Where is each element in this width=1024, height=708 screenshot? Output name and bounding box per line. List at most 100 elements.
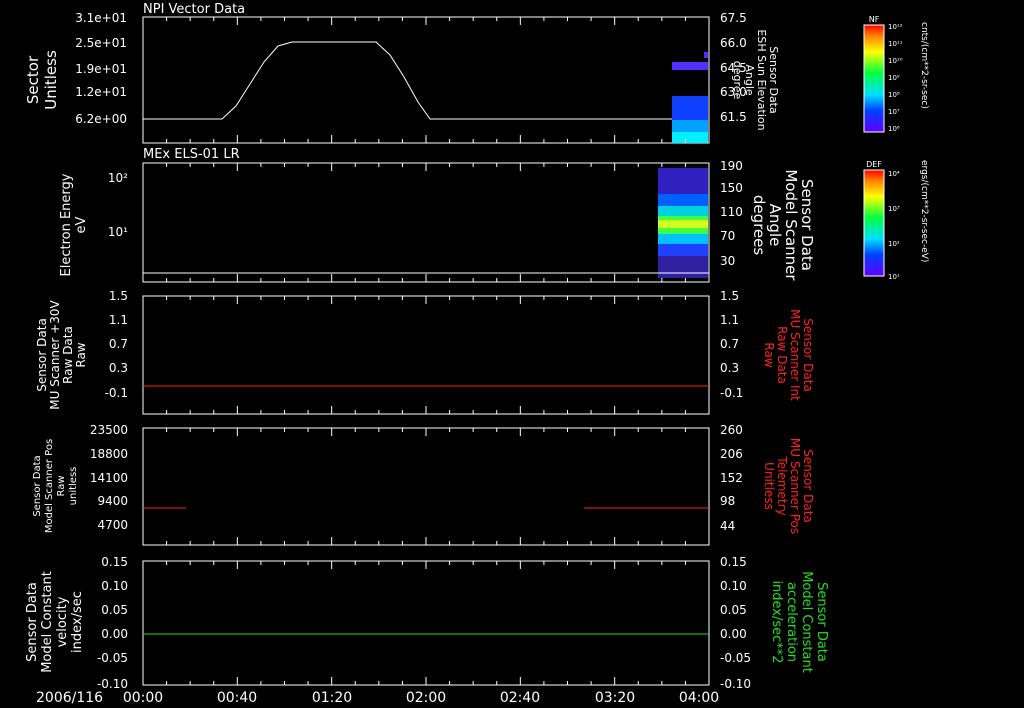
- panel-mu30v-frame: [142, 295, 710, 415]
- panel-els-frame: [142, 162, 710, 283]
- colorbar-def-tick: 10³: [888, 205, 900, 213]
- scanpos-y2tick: 260: [720, 423, 743, 437]
- panel-scanpos-frame: [142, 427, 710, 546]
- scanpos-y2label-line2: MU Scanner Pos: [788, 438, 802, 534]
- mu30v-y2tick: 0.7: [720, 337, 739, 351]
- els-y2tick: 150: [720, 181, 743, 195]
- els-y2tick: 30: [720, 254, 735, 268]
- npi-ytick: 1.9e+01: [75, 62, 127, 76]
- npi-ytick: 2.5e+01: [75, 36, 127, 50]
- panel-velocity-frame: [142, 560, 710, 686]
- colorbar-nf-tick: 10⁷: [888, 108, 900, 116]
- scanpos-ylabel-line1: Sensor Data: [32, 455, 43, 516]
- plot-canvas: NPI Vector Data 3.1e+01 2.5e+01 1.9e+01 …: [24, 2, 929, 706]
- mu30v-y2tick: 0.3: [720, 361, 739, 375]
- npi-ylabel-line2: Unitless: [42, 50, 60, 110]
- mu30v-ytick: 0.7: [109, 337, 128, 351]
- mu30v-ytick: -0.1: [105, 386, 128, 400]
- colorbar-def-gradient: [863, 169, 885, 277]
- velocity-ytick: -0.05: [97, 651, 128, 665]
- time-tick: 04:00: [679, 690, 719, 706]
- panel-npi: NPI Vector Data 3.1e+01 2.5e+01 1.9e+01 …: [24, 2, 780, 144]
- colorbar-nf: NF 10¹² 10¹¹ 10¹⁰ 10⁹ 10⁸ 10⁷ 10⁶ cnts/(…: [863, 15, 929, 133]
- colorbar-def-tick: 10⁴: [888, 170, 900, 178]
- scanpos-ytick: 9400: [97, 494, 128, 508]
- mu30v-y2tick: 1.5: [720, 289, 739, 303]
- npi-series-line: [143, 41, 672, 120]
- velocity-ytick: 0.10: [101, 579, 128, 593]
- colorbar-def-tick: 10²: [888, 240, 900, 248]
- els-y2label-line4: degrees: [750, 195, 768, 256]
- scanpos-y2label-line4: Unitless: [762, 462, 776, 510]
- time-tick: 00:00: [123, 690, 163, 706]
- velocity-y2tick: -0.10: [720, 677, 751, 691]
- mu30v-y2label-line3: Raw Data: [775, 326, 789, 384]
- scanpos-y2tick: 98: [720, 494, 735, 508]
- scanpos-ylabel-line4: unitless: [68, 467, 79, 506]
- velocity-ylabel-line1: Sensor Data: [25, 582, 40, 662]
- velocity-y2tick: 0.10: [720, 579, 747, 593]
- scanpos-y2tick: 44: [720, 519, 735, 533]
- velocity-y2label-line3: acceleration: [784, 582, 799, 662]
- time-tick: 01:20: [312, 690, 352, 706]
- colorbar-nf-tick: 10¹¹: [888, 40, 903, 48]
- mu30v-ytick: 1.5: [109, 289, 128, 303]
- els-y2tick: 70: [720, 229, 735, 243]
- panel-els: MEx ELS-01 LR 10² 10¹ 190 150 110 70 30 …: [59, 147, 816, 283]
- panel-scanpos: 23500 18800 14100 9400 4700 260 206 152 …: [32, 423, 815, 546]
- time-tick: 02:00: [406, 690, 446, 706]
- els-y2tick: 190: [720, 159, 743, 173]
- mu30v-y2tick: -0.1: [720, 386, 743, 400]
- velocity-ylabel-line4: index/sec: [70, 591, 85, 653]
- panel-npi-title: NPI Vector Data: [143, 2, 245, 17]
- scanpos-y2label-line1: Sensor Data: [801, 449, 815, 523]
- panel-els-title: MEx ELS-01 LR: [143, 147, 240, 162]
- mu30v-ylabel-line1: Sensor Data: [35, 318, 49, 392]
- colorbar-def-units: ergs/(cm**2-sr-sec-eV): [919, 160, 929, 262]
- mu30v-ylabel-line3: Raw Data: [61, 326, 75, 384]
- els-ylabel-line2: eV: [74, 216, 89, 233]
- colorbar-nf-tick: 10⁸: [888, 91, 900, 99]
- els-spectrogram-block: [658, 168, 708, 278]
- velocity-y2label-line4: index/sec**2: [769, 580, 784, 663]
- colorbar-nf-gradient: [863, 24, 885, 133]
- time-axis: 2006/116 00:00 00:40 01:20 02:00 02:40 0…: [36, 690, 719, 706]
- panel-npi-yticks: 3.1e+01 2.5e+01 1.9e+01 1.2e+01 6.2e+00: [75, 11, 127, 126]
- velocity-y2label-line1: Sensor Data: [814, 582, 829, 662]
- npi-y2label-line4: degree: [731, 61, 744, 100]
- npi-ytick: 6.2e+00: [75, 112, 127, 126]
- colorbar-def-label: DEF: [866, 160, 882, 169]
- els-ylabel-line1: Electron Energy: [59, 173, 74, 276]
- scanpos-y2tick: 152: [720, 471, 743, 485]
- mu30v-ytick: 0.3: [109, 361, 128, 375]
- scanpos-ytick: 18800: [90, 447, 128, 461]
- panel-npi-frame: [142, 16, 710, 144]
- npi-y2tick: 61.5: [720, 110, 747, 124]
- npi-y2tick: 66.0: [720, 36, 747, 50]
- date-label: 2006/116: [36, 690, 103, 706]
- mu30v-y2label-line1: Sensor Data: [801, 318, 815, 392]
- velocity-ytick: -0.10: [97, 677, 128, 691]
- scanpos-y2tick: 206: [720, 447, 743, 461]
- colorbar-nf-tick: 10⁶: [888, 125, 900, 133]
- npi-ylabel-line1: Sector: [24, 55, 42, 104]
- scanpos-ytick: 14100: [90, 471, 128, 485]
- mu30v-ylabel-line4: Raw: [74, 342, 88, 367]
- scanpos-ytick: 4700: [97, 518, 128, 532]
- panel-velocity: 0.15 0.10 0.05 0.00 -0.05 -0.10 0.15 0.1…: [25, 555, 829, 691]
- mu30v-y2label-line2: MU Scanner Int: [788, 309, 802, 401]
- velocity-y2label-line2: Model Constant: [799, 571, 814, 673]
- scanpos-ylabel-line3: Raw: [56, 475, 67, 496]
- time-tick: 00:40: [217, 690, 257, 706]
- velocity-y2tick: 0.05: [720, 603, 747, 617]
- panel-mu30v: 1.5 1.1 0.7 0.3 -0.1 1.5 1.1 0.7 0.3 -0.…: [35, 289, 815, 415]
- npi-ytick: 1.2e+01: [75, 85, 127, 99]
- colorbar-nf-tick: 10¹⁰: [888, 57, 903, 65]
- velocity-ytick: 0.05: [101, 603, 128, 617]
- time-tick: 02:40: [500, 690, 540, 706]
- npi-spectrogram-block: [672, 52, 708, 143]
- time-tick: 03:20: [595, 690, 635, 706]
- els-y2tick: 110: [720, 205, 743, 219]
- colorbar-nf-tick: 10⁹: [888, 74, 900, 82]
- npi-ytick: 3.1e+01: [75, 11, 127, 25]
